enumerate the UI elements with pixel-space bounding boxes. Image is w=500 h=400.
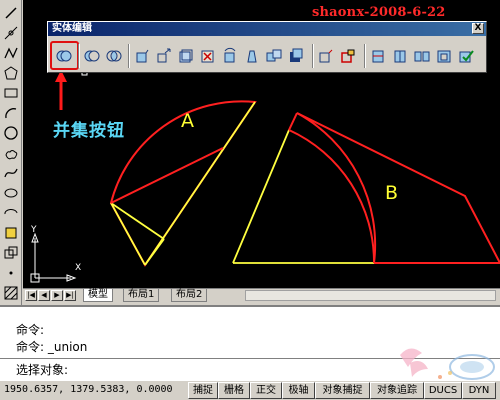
copy-edges-icon[interactable] [316,46,336,66]
first-tab-icon[interactable]: |◀ [25,290,37,301]
insert-block-icon[interactable] [2,224,20,242]
annotation-arrow [55,70,67,110]
command-history-line: 命令: [16,323,45,337]
ellipse-arc-icon[interactable] [2,204,20,222]
horizontal-scrollbar[interactable] [245,290,496,301]
separate-icon[interactable] [412,46,432,66]
toolbar-titlebar[interactable]: 实体编辑 X [48,22,486,36]
author-watermark: shaonx-2008-6-22 [312,5,446,20]
polygon-icon[interactable] [2,64,20,82]
rectangle-icon[interactable] [2,84,20,102]
snap-toggle[interactable]: 捕捉 [188,382,218,399]
toolbar-separator [78,44,80,68]
prev-tab-icon[interactable]: ◀ [38,290,50,301]
tab-layout1[interactable]: 布局1 [123,289,160,302]
union-button-annotation: 并集按钮 [53,121,125,141]
revision-cloud-icon[interactable] [2,144,20,162]
subtract-icon[interactable] [82,46,102,66]
toolbar-title: 实体编辑 [52,23,92,34]
solid-editing-toolbar: 实体编辑 X [47,21,487,73]
draw-toolbar [0,0,22,305]
axis-x-label: X [75,263,81,273]
line-icon[interactable] [2,4,20,22]
command-history-line: 命令: _union [16,340,88,354]
toolbar-separator [312,44,314,68]
hatch-icon[interactable] [2,284,20,302]
construction-line-icon[interactable] [2,24,20,42]
check-icon[interactable] [456,46,476,66]
coordinate-readout: 1950.6357, 1379.5383, 0.0000 [4,384,173,395]
polyline-icon[interactable] [2,44,20,62]
next-tab-icon[interactable]: ▶ [51,290,63,301]
last-tab-icon[interactable]: ▶| [64,290,76,301]
axis-y-label: Y [30,225,37,235]
union-icon[interactable] [54,46,74,66]
intersect-icon[interactable] [104,46,124,66]
command-prompt: 选择对象: [16,363,69,377]
copy-faces-icon[interactable] [264,46,284,66]
shape-a-label: A [181,110,194,132]
arc-icon[interactable] [2,104,20,122]
offset-faces-icon[interactable] [176,46,196,66]
clean-icon[interactable] [390,46,410,66]
ducs-toggle[interactable]: DUCS [424,382,462,399]
move-faces-icon[interactable] [154,46,174,66]
tab-layout2[interactable]: 布局2 [171,289,208,302]
point-icon[interactable] [2,264,20,282]
dyn-toggle[interactable]: DYN [462,382,496,399]
toolbar-separator [128,44,130,68]
grid-toggle[interactable]: 栅格 [218,382,250,399]
shape-b-label: B [385,182,399,204]
layout-tab-bar: |◀ ◀ ▶ ▶| 模型 布局1 布局2 [23,288,500,302]
ellipse-icon[interactable] [2,184,20,202]
solid-b[interactable] [232,112,500,264]
extrude-faces-icon[interactable] [132,46,152,66]
ortho-toggle[interactable]: 正交 [250,382,282,399]
color-faces-icon[interactable] [286,46,306,66]
object-tracking-toggle[interactable]: 对象追踪 [370,382,424,399]
circle-icon[interactable] [2,124,20,142]
object-snap-toggle[interactable]: 对象捕捉 [315,382,370,399]
color-edges-icon[interactable] [338,46,358,66]
imprint-icon[interactable] [368,46,388,66]
close-icon[interactable]: X [472,23,484,34]
delete-faces-icon[interactable] [198,46,218,66]
rotate-faces-icon[interactable] [220,46,240,66]
status-bar: 1950.6357, 1379.5383, 0.0000 捕捉 栅格 正交 极轴… [0,380,500,400]
toolbar-separator [364,44,366,68]
ucs-icon: Y X [30,225,81,283]
shell-icon[interactable] [434,46,454,66]
make-block-icon[interactable] [2,244,20,262]
spline-icon[interactable] [2,164,20,182]
polar-toggle[interactable]: 极轴 [282,382,315,399]
taper-faces-icon[interactable] [242,46,262,66]
tab-model[interactable]: 模型 [83,289,113,302]
